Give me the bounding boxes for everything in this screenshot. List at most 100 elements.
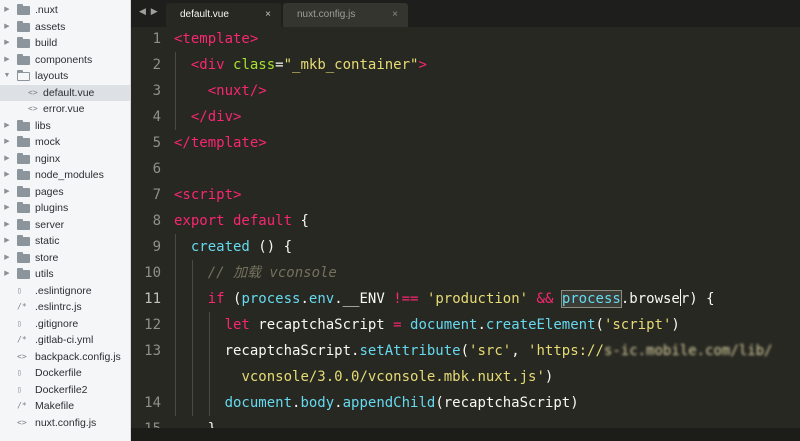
tree-folder-nginx[interactable]: ▶ nginx [0, 151, 130, 168]
comment-file-icon: /* [17, 302, 27, 311]
code-line[interactable]: vconsole/3.0.0/vconsole.mbk.nuxt.js') [131, 364, 800, 390]
code-line[interactable]: 1 <template> [131, 26, 800, 52]
chevron-right-icon[interactable]: ▶ [3, 217, 11, 234]
tree-item-label: libs [35, 119, 51, 132]
tab-default-vue[interactable]: default.vue × [166, 3, 281, 27]
code-token: </template> [174, 135, 267, 151]
code-line[interactable]: 2 <div class="_mkb_container"> [131, 52, 800, 78]
close-icon[interactable]: × [265, 3, 271, 27]
code-token: !== [393, 291, 419, 307]
chevron-right-icon[interactable]: ▶ [3, 118, 11, 135]
folder-icon [17, 37, 30, 48]
line-number: 6 [152, 161, 161, 177]
chevron-right-icon[interactable]: ▶ [3, 266, 11, 283]
chevron-right-icon[interactable]: ▶ [3, 52, 11, 69]
code-token: <script> [174, 187, 242, 203]
tree-item-label: .gitignore [35, 317, 79, 330]
tree-file-dockerfile2[interactable]: ▯ Dockerfile2 [0, 382, 130, 399]
chevron-right-icon[interactable]: ▶ [3, 134, 11, 151]
code-line[interactable]: 12 let recaptchaScript = document.create… [131, 312, 800, 338]
code-text: <script> [174, 182, 241, 208]
close-icon[interactable]: × [392, 3, 398, 27]
code-line[interactable]: 11 if (process.env.__ENV !== 'production… [131, 286, 800, 312]
chevron-right-icon[interactable]: ▶ [3, 2, 11, 19]
chevron-right-icon[interactable]: ▶ [3, 233, 11, 250]
chevron-right-icon[interactable]: ▶ [3, 35, 11, 52]
line-number: 11 [144, 291, 161, 307]
tab-bar: ◀ ▶ default.vue × nuxt.config.js × [131, 0, 800, 27]
code-token: <div [190, 57, 234, 73]
tree-file-error-vue[interactable]: <> error.vue [0, 101, 130, 118]
code-text: </div> [174, 104, 242, 130]
tree-file-eslintignore[interactable]: ▯ .eslintignore [0, 283, 130, 300]
tree-folder-libs[interactable]: ▶ libs [0, 118, 130, 135]
tree-folder-assets[interactable]: ▶ assets [0, 19, 130, 36]
code-line[interactable]: 5 </template> [131, 130, 800, 156]
tree-folder-static[interactable]: ▶ static [0, 233, 130, 250]
tree-file-gitlab-ci-yml[interactable]: /* .gitlab-ci.yml [0, 332, 130, 349]
code-token: class [233, 57, 276, 73]
tree-item-label: store [35, 251, 59, 264]
folder-icon [17, 152, 30, 164]
tree-file-nuxt-config-js[interactable]: <> nuxt.config.js [0, 415, 130, 432]
code-line[interactable]: 7 <script> [131, 182, 800, 208]
tree-file-backpack-config-js[interactable]: <> backpack.config.js [0, 349, 130, 366]
tree-file-eslintrc-js[interactable]: /* .eslintrc.js [0, 299, 130, 316]
code-token: appendChild [342, 395, 436, 411]
line-number: 9 [152, 239, 161, 255]
chevron-right-icon[interactable]: ▶ [3, 19, 11, 36]
code-line[interactable]: 4 </div> [131, 104, 800, 130]
folder-icon [17, 185, 30, 197]
code-token: . [334, 395, 343, 411]
tree-file-makefile[interactable]: /* Makefile [0, 398, 130, 415]
tree-folder-nuxt[interactable]: ▶ .nuxt [0, 2, 130, 19]
code-text: document.body.appendChild(recaptchaScrip… [174, 390, 579, 416]
code-line[interactable]: 13 recaptchaScript.setAttribute('src', '… [131, 338, 800, 364]
tree-file-gitignore[interactable]: ▯ .gitignore [0, 316, 130, 333]
tree-folder-build[interactable]: ▶ build [0, 35, 130, 52]
chevron-right-icon[interactable]: ▶ [3, 250, 11, 267]
code-line[interactable]: 8 export default { [131, 208, 800, 234]
code-token: browse [629, 291, 680, 307]
code-line[interactable]: 6 [131, 156, 800, 182]
tab-nuxt-config-js[interactable]: nuxt.config.js × [283, 3, 408, 27]
tree-file-dockerfile[interactable]: ▯ Dockerfile [0, 365, 130, 382]
tree-folder-mock[interactable]: ▶ mock [0, 134, 130, 151]
code-token: <nuxt/> [207, 83, 267, 99]
tree-folder-pages[interactable]: ▶ pages [0, 184, 130, 201]
code-file-icon: <> [17, 351, 27, 361]
tree-folder-layouts[interactable]: ▼ layouts [0, 68, 130, 85]
tree-folder-server[interactable]: ▶ server [0, 217, 130, 234]
comment-file-icon: /* [17, 401, 27, 410]
tree-item-label: nuxt.config.js [35, 416, 97, 429]
code-editor[interactable]: 1 <template> 2 <div class="_mkb_container"… [131, 27, 800, 441]
line-number: 14 [144, 395, 161, 411]
code-line[interactable]: 14 document.body.appendChild(recaptchaSc… [131, 390, 800, 416]
code-text: let recaptchaScript = document.createEle… [174, 312, 680, 338]
tree-folder-plugins[interactable]: ▶ plugins [0, 200, 130, 217]
chevron-right-icon[interactable]: ▶ [3, 151, 11, 168]
tree-item-label: nginx [35, 152, 61, 165]
code-line[interactable]: 10 // 加载 vconsole [131, 260, 800, 286]
file-icon: ▯ [17, 368, 22, 377]
folder-icon [17, 4, 30, 15]
tab-nav-arrows-icon[interactable]: ◀ ▶ [139, 7, 159, 17]
tree-folder-components[interactable]: ▶ components [0, 52, 130, 69]
chevron-right-icon[interactable]: ▶ [3, 200, 11, 217]
tree-file-default-vue[interactable]: <> default.vue [0, 84, 130, 101]
code-text: recaptchaScript.setAttribute('src', 'htt… [174, 338, 773, 364]
tree-folder-utils[interactable]: ▶ utils [0, 266, 130, 283]
tree-folder-node-modules[interactable]: ▶ node_modules [0, 167, 130, 184]
chevron-right-icon[interactable]: ▶ [3, 167, 11, 184]
code-line[interactable]: 3 <nuxt/> [131, 78, 800, 104]
code-file-icon: <> [28, 104, 38, 113]
tree-folder-store[interactable]: ▶ store [0, 250, 130, 267]
chevron-down-icon[interactable]: ▼ [3, 68, 11, 85]
chevron-right-icon[interactable]: ▶ [3, 184, 11, 201]
code-line[interactable]: 9 created () { [131, 234, 800, 260]
